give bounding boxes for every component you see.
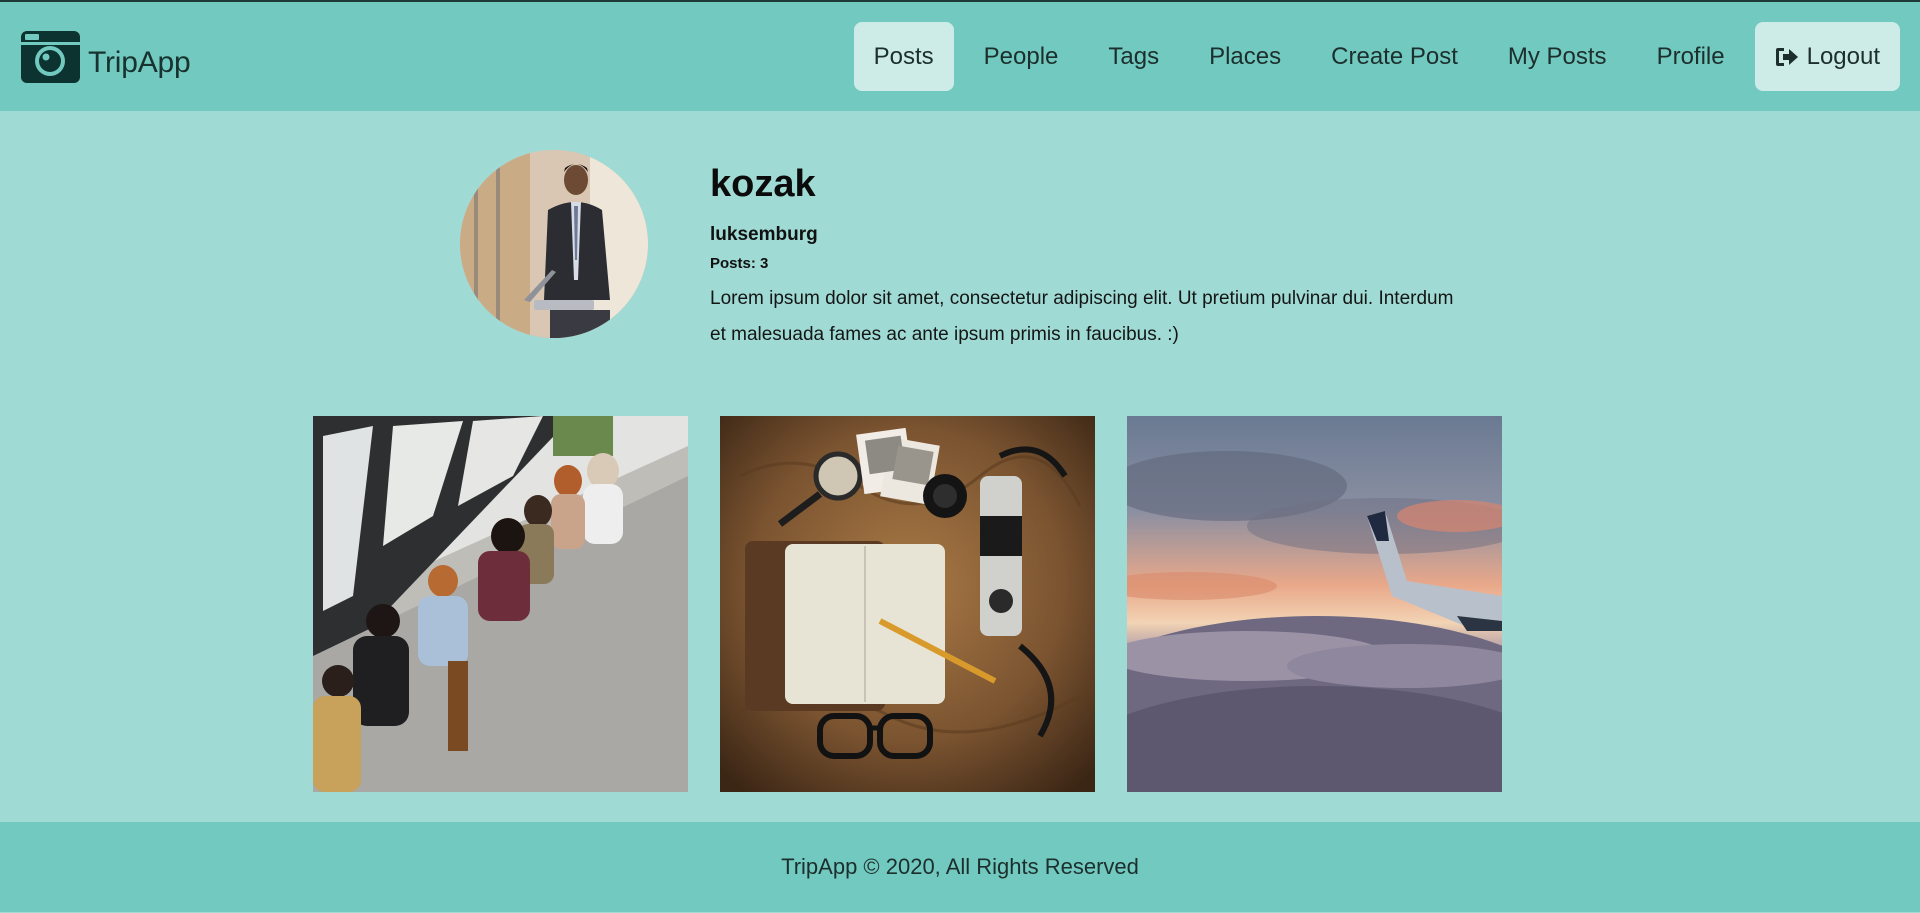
nav-places[interactable]: Places xyxy=(1189,22,1301,91)
logout-label: Logout xyxy=(1806,42,1880,70)
top-navbar: TripApp Posts People Tags Places Create … xyxy=(0,2,1920,111)
post-thumbnail[interactable] xyxy=(313,416,688,792)
nav-my-posts[interactable]: My Posts xyxy=(1488,22,1627,91)
profile-bio: Lorem ipsum dolor sit amet, consectetur … xyxy=(710,288,1454,345)
logout-icon xyxy=(1775,46,1799,68)
post-thumbnail[interactable] xyxy=(720,416,1095,792)
nav-create-post[interactable]: Create Post xyxy=(1311,22,1478,91)
camera-icon xyxy=(20,30,81,84)
post-gallery xyxy=(313,416,1502,792)
nav-posts[interactable]: Posts xyxy=(853,22,954,91)
page-footer: TripApp © 2020, All Rights Reserved xyxy=(0,822,1920,912)
footer-copyright: TripApp © 2020, All Rights Reserved xyxy=(781,854,1139,879)
profile-username: kozak xyxy=(710,163,816,205)
people-with-phones-image xyxy=(313,416,688,792)
travel-flatlay-image xyxy=(720,416,1095,792)
profile-posts-count: Posts: 3 xyxy=(710,255,769,272)
post-thumbnail[interactable] xyxy=(1127,416,1502,792)
nav-profile[interactable]: Profile xyxy=(1637,22,1745,91)
nav-tags[interactable]: Tags xyxy=(1088,22,1179,91)
profile-place: luksemburg xyxy=(710,224,818,245)
avatar xyxy=(460,150,648,338)
profile-header: kozak luksemburg Posts: 3 Lorem ipsum do… xyxy=(460,150,1460,350)
brand-logo[interactable]: TripApp xyxy=(20,27,191,87)
brand-name: TripApp xyxy=(88,45,191,79)
main-nav: Posts People Tags Places Create Post My … xyxy=(844,22,1900,91)
airplane-wing-sunset-image xyxy=(1127,416,1502,792)
profile-info: kozak luksemburg Posts: 3 Lorem ipsum do… xyxy=(710,162,1470,353)
logout-button[interactable]: Logout xyxy=(1754,22,1900,91)
nav-people[interactable]: People xyxy=(964,22,1079,91)
